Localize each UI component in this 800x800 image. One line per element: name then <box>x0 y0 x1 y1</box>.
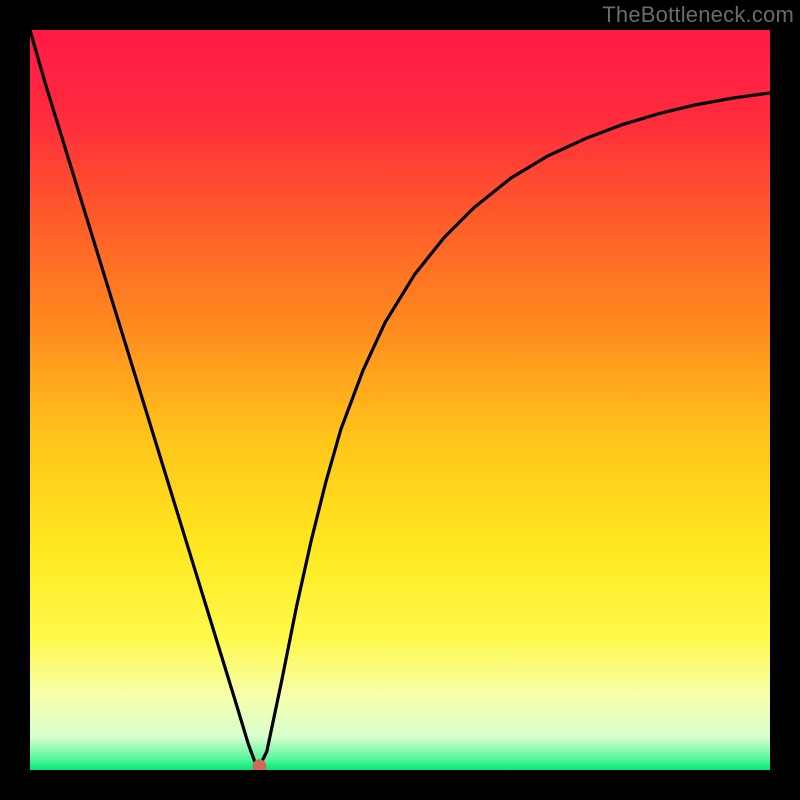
watermark-text: TheBottleneck.com <box>602 2 794 28</box>
bottleneck-chart <box>30 30 770 770</box>
chart-frame <box>30 30 770 770</box>
gradient-background <box>30 30 770 770</box>
